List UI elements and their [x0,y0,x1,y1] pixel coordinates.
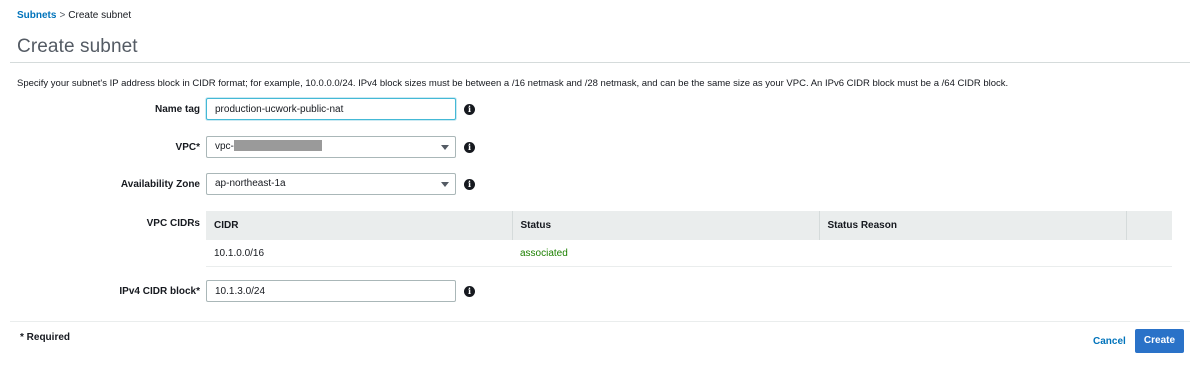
footer-divider [10,321,1190,322]
form-description: Specify your subnet's IP address block i… [17,78,1009,89]
ipv4-cidr-label: IPv4 CIDR block* [119,286,200,297]
column-header-cidr: CIDR [206,211,513,240]
availability-zone-value: ap-northeast-1a [215,178,286,189]
title-divider [10,62,1190,63]
create-button[interactable]: Create [1135,329,1184,353]
cidr-cell: 10.1.0.0/16 [206,240,512,267]
column-header-status: Status [512,211,820,240]
breadcrumb: Subnets > Create subnet [17,10,131,21]
vpc-cidrs-table: CIDR Status Status Reason 10.1.0.0/16 as… [206,211,1172,267]
vpc-cidrs-label: VPC CIDRs [146,218,200,229]
chevron-down-icon [441,182,449,187]
status-cell: associated [512,240,819,267]
name-tag-label: Name tag [154,104,200,115]
name-tag-info-icon[interactable]: i [464,104,475,115]
page-title: Create subnet [17,36,138,57]
status-reason-cell [819,240,1126,267]
breadcrumb-separator: > [59,10,66,21]
vpc-select[interactable]: vpc- [206,136,456,158]
availability-zone-select[interactable]: ap-northeast-1a [206,173,456,195]
table-header-row: CIDR Status Status Reason [206,211,1172,240]
breadcrumb-subnets-link[interactable]: Subnets [17,10,56,21]
ipv4-cidr-input[interactable] [206,280,456,302]
breadcrumb-current: Create subnet [68,10,132,21]
vpc-label: VPC* [175,142,200,153]
table-row: 10.1.0.0/16 associated [206,240,1172,267]
name-tag-input[interactable] [206,98,456,120]
chevron-down-icon [441,145,449,150]
create-subnet-page: Subnets > Create subnet Create subnet Spec… [0,0,1200,368]
vpc-id-redacted [233,140,322,151]
ipv4-cidr-info-icon[interactable]: i [464,286,475,297]
column-header-empty [1126,211,1172,240]
column-header-status-reason: Status Reason [819,211,1127,240]
required-note: * Required [20,332,71,343]
cancel-button[interactable]: Cancel [1087,331,1132,353]
vpc-info-icon[interactable]: i [464,142,475,153]
vpc-select-value: vpc- [215,141,234,152]
empty-cell [1126,240,1172,267]
availability-zone-info-icon[interactable]: i [464,179,475,190]
availability-zone-label: Availability Zone [120,179,200,190]
